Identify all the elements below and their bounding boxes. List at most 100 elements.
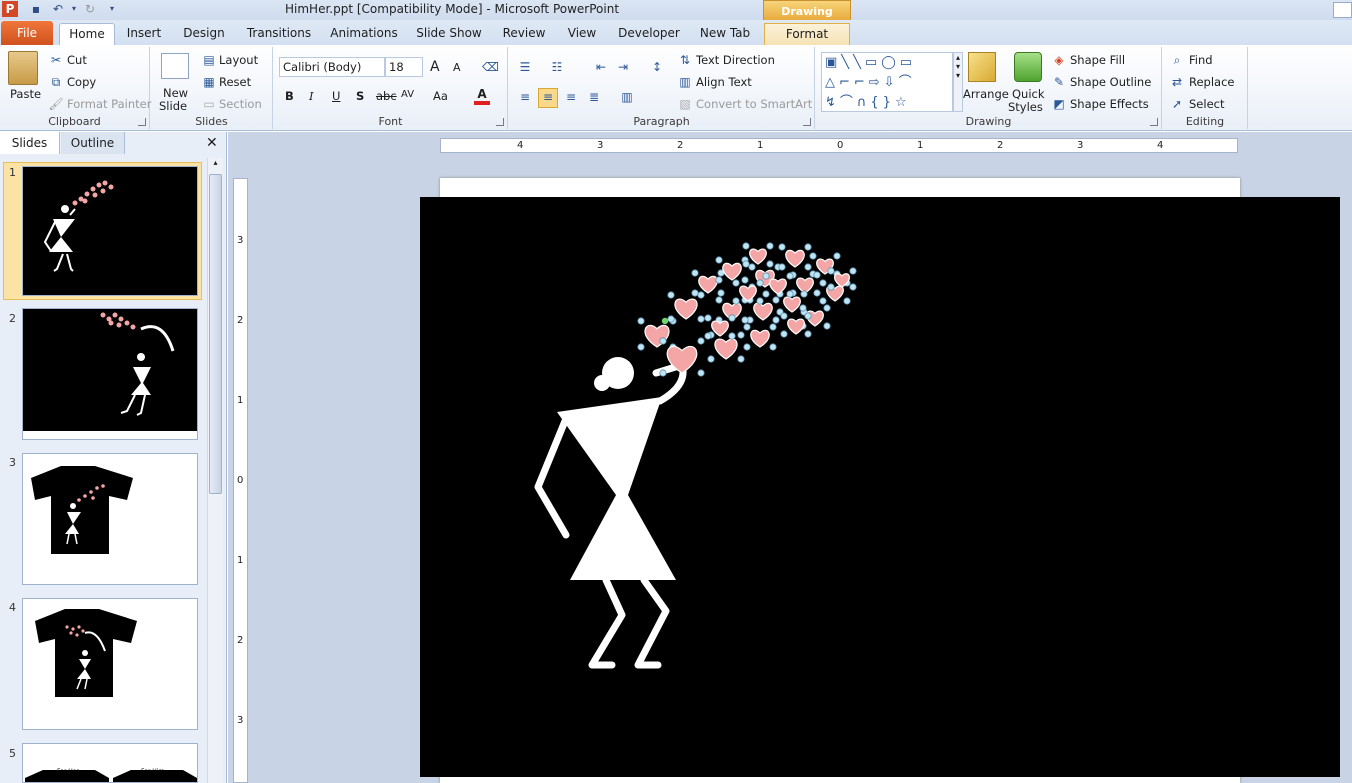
redo-icon[interactable]: ↻	[82, 1, 98, 17]
shrink-font-button[interactable]: A	[453, 61, 461, 74]
heart-shape[interactable]	[749, 248, 767, 265]
selection-handle[interactable]	[813, 271, 821, 279]
tab-slides[interactable]: Slides	[0, 132, 60, 154]
slides-panel-scrollbar[interactable]: ▴	[207, 158, 223, 783]
selection-handle[interactable]	[697, 291, 705, 299]
quick-styles-label-2[interactable]: Styles	[1008, 100, 1043, 114]
heart-shape[interactable]	[674, 298, 698, 320]
selection-handle[interactable]	[809, 252, 817, 260]
tab-insert[interactable]: Insert	[121, 23, 167, 45]
grow-font-button[interactable]: A	[430, 59, 440, 75]
align-left-icon[interactable]: ≡	[517, 89, 533, 105]
replace-icon[interactable]: ⇄	[1169, 74, 1185, 90]
hearts-group[interactable]	[637, 242, 857, 377]
selection-handle[interactable]	[704, 314, 712, 322]
horizontal-ruler[interactable]: 4 3 2 1 0 1 2 3 4	[440, 138, 1238, 153]
character-spacing-button[interactable]: AV	[401, 89, 414, 100]
figure-left-leg[interactable]	[588, 576, 626, 669]
current-slide[interactable]	[420, 197, 1340, 777]
scrollbar-thumb[interactable]	[209, 174, 222, 494]
selection-handle[interactable]	[691, 289, 699, 297]
selection-handle[interactable]	[823, 304, 831, 312]
reset-icon[interactable]: ▦	[201, 74, 217, 90]
selection-handle[interactable]	[741, 316, 749, 324]
tab-design[interactable]: Design	[178, 23, 230, 45]
paste-button[interactable]: Paste	[10, 87, 41, 101]
shape-outline-button[interactable]: Shape Outline	[1070, 75, 1151, 89]
bold-button[interactable]: B	[285, 89, 294, 103]
selection-handle[interactable]	[849, 267, 857, 275]
rotation-handle[interactable]	[661, 317, 669, 325]
selection-handle[interactable]	[748, 263, 756, 271]
select-icon[interactable]: ➚	[1169, 96, 1185, 112]
text-direction-button[interactable]: Text Direction	[696, 53, 775, 67]
selection-handle[interactable]	[849, 283, 857, 291]
selection-handle[interactable]	[742, 242, 750, 250]
shapes-gallery-scroll[interactable]: ▴ ▾ ▾	[953, 52, 963, 112]
heart-shape[interactable]	[698, 275, 718, 294]
text-direction-icon[interactable]: ⇅	[677, 52, 693, 68]
selection-handle[interactable]	[637, 343, 645, 351]
heart-shape[interactable]	[644, 324, 670, 348]
selection-handle[interactable]	[786, 272, 794, 280]
selection-handle[interactable]	[780, 330, 788, 338]
selection-handle[interactable]	[804, 312, 812, 320]
decrease-indent-icon[interactable]: ⇤	[593, 59, 609, 75]
selection-handle[interactable]	[659, 369, 667, 377]
tab-slide-show[interactable]: Slide Show	[411, 23, 487, 45]
clear-formatting-icon[interactable]: ⌫	[482, 59, 499, 75]
heart-shape[interactable]	[785, 249, 805, 268]
copy-button[interactable]: Copy	[67, 75, 96, 89]
drawing-launcher-icon[interactable]	[1150, 118, 1158, 126]
find-button[interactable]: Find	[1189, 53, 1213, 67]
paragraph-launcher-icon[interactable]	[803, 118, 811, 126]
selection-handle[interactable]	[786, 290, 794, 298]
numbering-icon[interactable]: ☷	[549, 59, 565, 75]
selection-handle[interactable]	[843, 297, 851, 305]
font-size-combo[interactable]: 18	[385, 57, 423, 77]
selection-handle[interactable]	[704, 332, 712, 340]
selection-handle[interactable]	[813, 289, 821, 297]
layout-icon[interactable]: ▤	[201, 52, 217, 68]
selection-handle[interactable]	[827, 267, 835, 275]
heart-shape[interactable]	[787, 318, 805, 335]
selection-handle[interactable]	[732, 279, 740, 287]
replace-button[interactable]: Replace	[1189, 75, 1235, 89]
selection-handle[interactable]	[756, 279, 764, 287]
selection-handle[interactable]	[737, 355, 745, 363]
selection-handle[interactable]	[737, 331, 745, 339]
font-launcher-icon[interactable]	[496, 118, 504, 126]
slide-thumbnail-2[interactable]	[22, 308, 198, 440]
select-button[interactable]: Select	[1189, 97, 1224, 111]
selection-handle[interactable]	[697, 369, 705, 377]
minimize-button[interactable]	[1333, 2, 1352, 18]
shadow-button[interactable]: S	[356, 89, 364, 103]
selection-handle[interactable]	[772, 296, 780, 304]
cut-icon[interactable]: ✂	[48, 52, 64, 68]
selection-handle[interactable]	[697, 315, 705, 323]
slide-thumbnail-1[interactable]	[22, 166, 198, 296]
arrange-icon[interactable]	[968, 52, 996, 82]
layout-button[interactable]: Layout	[219, 53, 258, 67]
selection-handle[interactable]	[728, 314, 736, 322]
heart-shape[interactable]	[714, 338, 738, 360]
selection-handle[interactable]	[799, 304, 807, 312]
tab-developer[interactable]: Developer	[614, 23, 684, 45]
arrange-button[interactable]: Arrange	[963, 87, 1009, 101]
selection-handle[interactable]	[778, 263, 786, 271]
selection-handle[interactable]	[769, 343, 777, 351]
tab-outline[interactable]: Outline	[61, 132, 125, 154]
heart-shape[interactable]	[722, 262, 742, 281]
figure-left-arm[interactable]	[534, 417, 570, 539]
strikethrough-button[interactable]: abc	[376, 89, 397, 103]
tab-new-tab[interactable]: New Tab	[693, 23, 757, 45]
selection-handle[interactable]	[715, 256, 723, 264]
selection-handle[interactable]	[732, 297, 740, 305]
undo-dropdown-icon[interactable]: ▾	[66, 1, 82, 17]
selection-handle[interactable]	[819, 279, 827, 287]
selection-handle[interactable]	[659, 337, 667, 345]
selection-handle[interactable]	[743, 343, 751, 351]
selection-handle[interactable]	[804, 243, 812, 251]
customize-qat-icon[interactable]: ▾	[104, 1, 120, 17]
shape-effects-button[interactable]: Shape Effects	[1070, 97, 1149, 111]
